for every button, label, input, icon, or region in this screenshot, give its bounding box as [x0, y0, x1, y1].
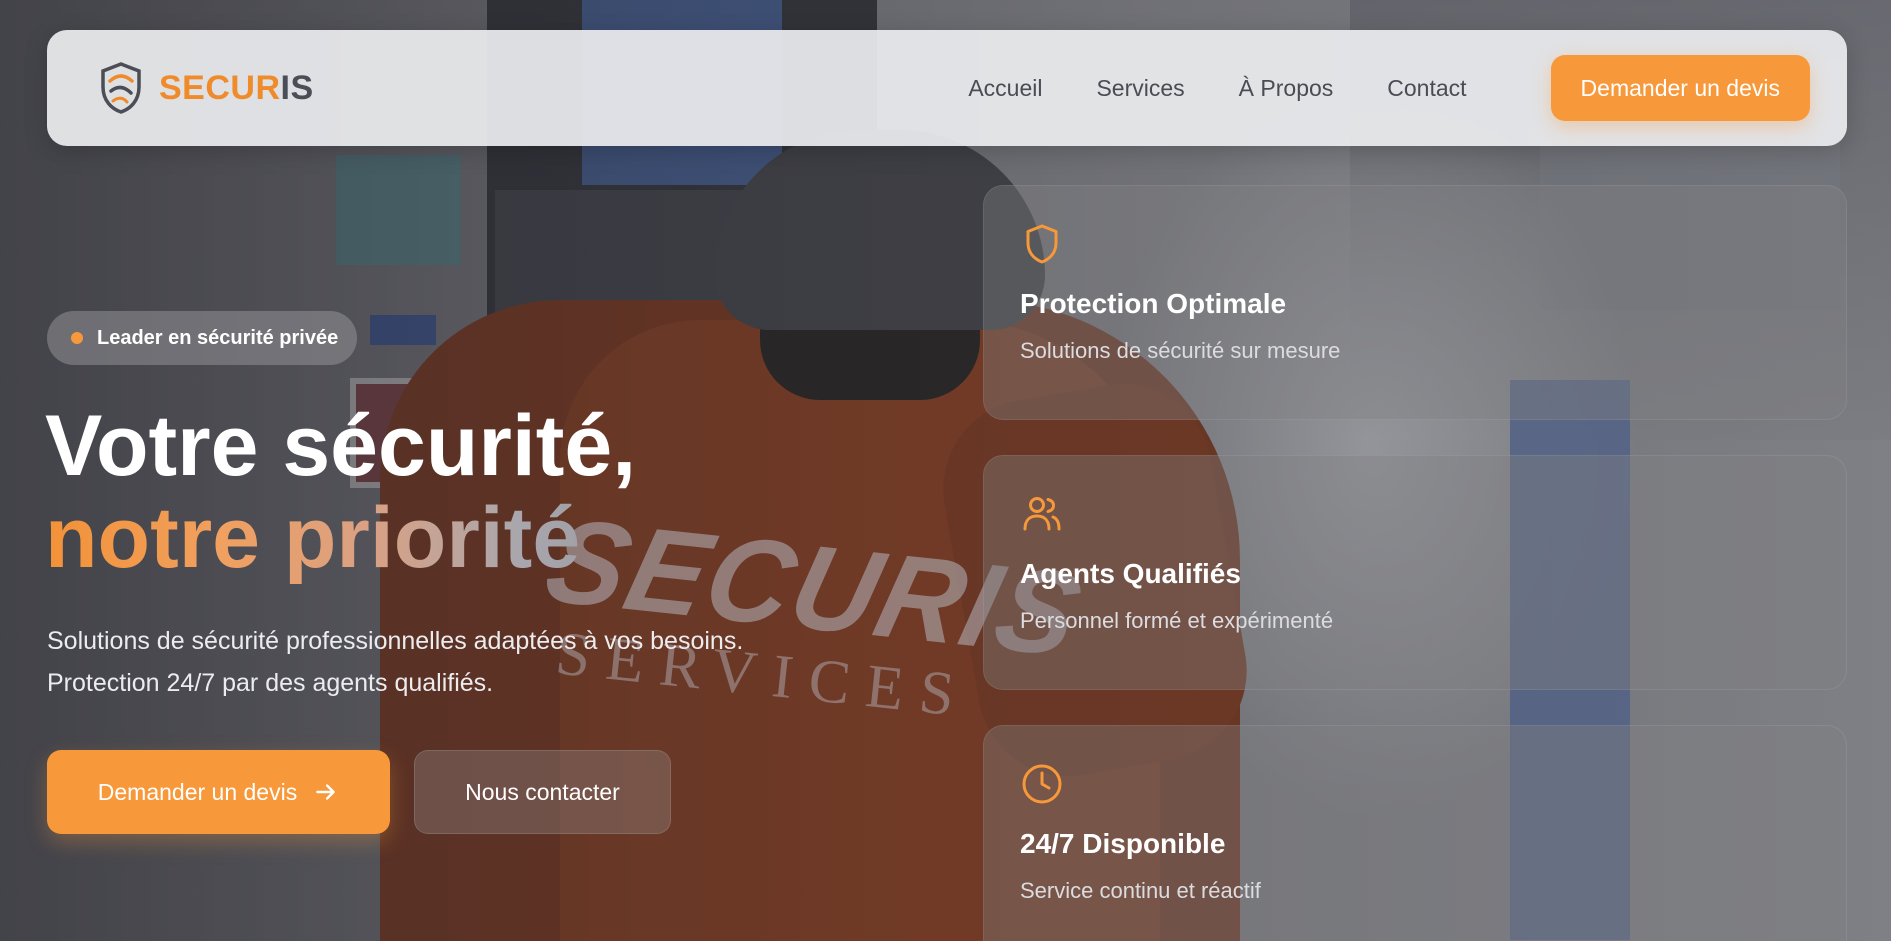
hero-quote-button[interactable]: Demander un devis [47, 750, 390, 834]
hero-quote-button-label: Demander un devis [97, 778, 298, 805]
clock-icon [1022, 764, 1062, 804]
brand-name: SECURIS [159, 68, 314, 107]
arrow-right-icon [316, 784, 335, 800]
feature-subtitle: Service continu et réactif [1020, 878, 1261, 903]
brand-logo[interactable]: SECURIS [99, 61, 314, 115]
badge-dot-icon [71, 332, 83, 344]
nav-link-a-propos[interactable]: À Propos [1239, 75, 1334, 102]
feature-subtitle: Solutions de sécurité sur mesure [1020, 338, 1341, 363]
feature-card-availability: 24/7 Disponible Service continu et réact… [983, 725, 1847, 941]
feature-title: Agents Qualifiés [1020, 558, 1241, 589]
nav-link-contact[interactable]: Contact [1387, 75, 1466, 102]
feature-card-agents: Agents Qualifiés Personnel formé et expé… [983, 455, 1847, 690]
nav-link-services[interactable]: Services [1096, 75, 1184, 102]
top-navbar: SECURIS Accueil Services À Propos Contac… [47, 30, 1847, 146]
hero-description-line1: Solutions de sécurité professionnelles a… [47, 627, 744, 655]
hero-title: Votre sécurité, notre priorité [45, 400, 636, 584]
shield-logo-icon [101, 62, 141, 114]
nav-links: Accueil Services À Propos Contact Demand… [968, 55, 1810, 121]
badge-label: Leader en sécurité privée [97, 326, 339, 349]
feature-subtitle: Personnel formé et expérimenté [1020, 608, 1334, 633]
hero-badge: Leader en sécurité privée [47, 311, 357, 365]
shield-icon [1026, 224, 1058, 264]
hero-title-line1: Votre sécurité, [45, 398, 637, 494]
users-icon [1023, 497, 1061, 531]
nav-link-accueil[interactable]: Accueil [968, 75, 1042, 102]
feature-title: Protection Optimale [1020, 288, 1287, 319]
hero-contact-button[interactable]: Nous contacter [414, 750, 671, 834]
hero-description-line2: Protection 24/7 par des agents qualifiés… [47, 669, 494, 697]
hero-title-line2: notre priorité [45, 492, 636, 584]
hero-description: Solutions de sécurité professionnelles a… [47, 620, 847, 704]
nav-quote-button[interactable]: Demander un devis [1550, 55, 1810, 121]
feature-title: 24/7 Disponible [1020, 828, 1226, 859]
feature-card-protection: Protection Optimale Solutions de sécurit… [983, 185, 1847, 420]
